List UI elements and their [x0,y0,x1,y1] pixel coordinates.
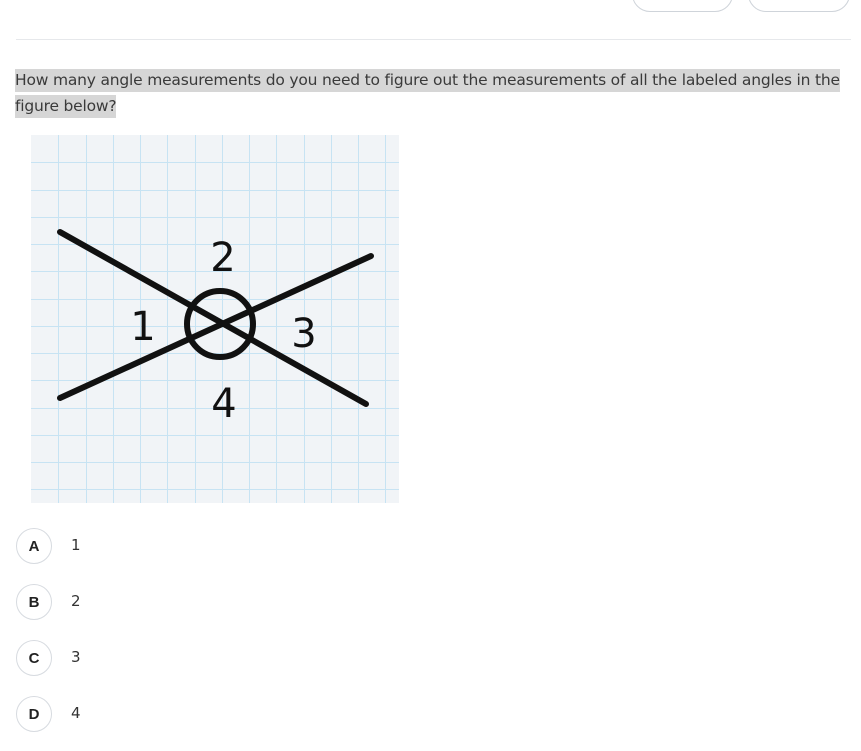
choice-a-text: 1 [71,536,81,554]
question-text: How many angle measurements do you need … [15,67,855,119]
choice-c-text: 3 [71,648,81,666]
angle-label-2: 2 [210,235,235,281]
choice-d-letter: D [16,696,52,732]
choice-d[interactable]: D 4 [16,696,316,734]
angle-label-1: 1 [130,304,155,350]
header-divider [16,39,851,40]
choice-d-text: 4 [71,704,81,722]
choice-a[interactable]: A 1 [16,528,316,566]
intersecting-lines-figure: 1 2 3 4 [31,135,399,503]
choice-c-letter: C [16,640,52,676]
top-right-button[interactable] [748,0,850,12]
choice-a-letter: A [16,528,52,564]
choice-c[interactable]: C 3 [16,640,316,678]
choice-b-text: 2 [71,592,81,610]
angle-label-3: 3 [291,311,316,357]
question-page: How many angle measurements do you need … [0,0,861,751]
choice-b-letter: B [16,584,52,620]
choice-b[interactable]: B 2 [16,584,316,622]
top-left-button[interactable] [632,0,733,12]
question-highlight: How many angle measurements do you need … [15,69,840,118]
angle-label-4: 4 [211,381,236,427]
